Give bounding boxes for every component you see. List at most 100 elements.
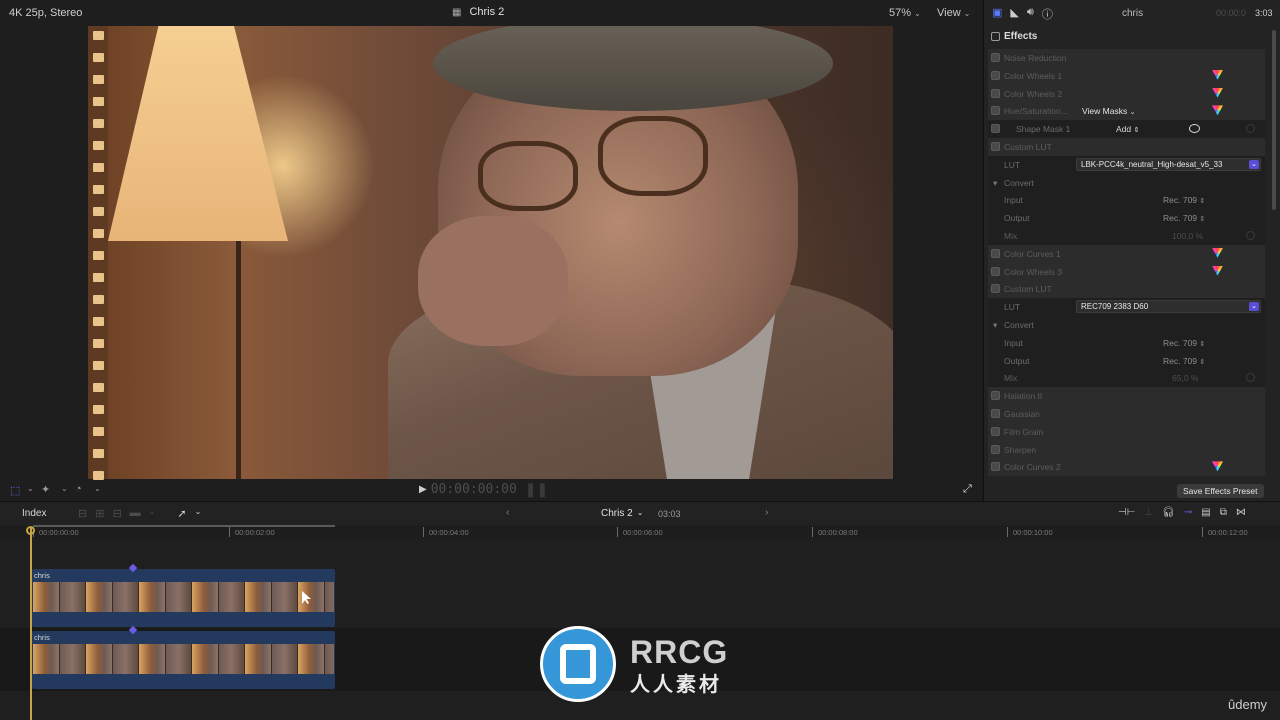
timeline-toolbar: Index ⊟ ⊞ ⊟ ▬ ⌄ ➚ ⌄ ‹ Chris 2 ⌄ 03:03 › …: [0, 501, 1280, 525]
effect-checkbox[interactable]: [991, 444, 1000, 454]
effect-checkbox[interactable]: [991, 391, 1000, 401]
add-mask-button[interactable]: Add ⇕: [1116, 124, 1139, 134]
effect-row-film-grain[interactable]: Film Grain: [988, 422, 1265, 441]
index-button[interactable]: Index: [22, 508, 46, 519]
effects-checkbox[interactable]: [991, 32, 1000, 41]
effect-row-hue-saturation[interactable]: Hue/Saturation... View Masks ⌄: [988, 102, 1265, 121]
fullscreen-icon[interactable]: ⤢: [963, 483, 972, 496]
inspector-scrollbar[interactable]: [1272, 30, 1276, 210]
clip-appearance-icon[interactable]: ▤: [1201, 507, 1210, 518]
skimming-icon[interactable]: ⊣⊢: [1118, 507, 1135, 518]
keyframe-icon[interactable]: [1246, 230, 1255, 240]
color-board-icon[interactable]: [1212, 461, 1223, 472]
timeline-clip[interactable]: chris: [32, 569, 335, 627]
disclosure-triangle-icon[interactable]: ▾: [993, 178, 997, 189]
chevron-down-icon[interactable]: ⌄: [27, 484, 34, 493]
connect-clip-icon[interactable]: ⊟: [78, 507, 87, 520]
keyframe-icon[interactable]: [1246, 373, 1255, 383]
color-board-icon[interactable]: [1212, 69, 1223, 80]
effect-row-gaussian[interactable]: Gaussian: [988, 404, 1265, 423]
effect-checkbox[interactable]: [991, 106, 1000, 116]
chevron-down-icon[interactable]: ⌄: [195, 507, 202, 520]
speed-gauge-icon[interactable]: ◔: [75, 483, 82, 495]
color-board-icon[interactable]: [1212, 265, 1223, 276]
effect-checkbox[interactable]: [991, 141, 1000, 151]
color-board-icon[interactable]: [1212, 87, 1223, 98]
output-select[interactable]: Rec. 709 ⇕: [1163, 356, 1205, 366]
effect-checkbox[interactable]: [991, 88, 1000, 98]
audio-skimming-icon[interactable]: ⊥: [1144, 507, 1153, 518]
effect-row-halation[interactable]: Halation II: [988, 387, 1265, 405]
view-masks-menu[interactable]: View Masks ⌄: [1082, 106, 1135, 116]
effect-row-sharpen[interactable]: Sharpen: [988, 440, 1265, 459]
chevron-down-icon[interactable]: ⌄: [61, 484, 68, 493]
timeline-clip[interactable]: chris: [32, 631, 335, 689]
input-select[interactable]: Rec. 709 ⇕: [1163, 195, 1205, 205]
insert-clip-icon[interactable]: ⊞: [95, 507, 104, 520]
transitions-browser-icon[interactable]: ⋈: [1236, 507, 1246, 518]
effect-row-color-wheels-1[interactable]: Color Wheels 1: [988, 66, 1265, 85]
effect-checkbox[interactable]: [991, 248, 1000, 258]
mix-value[interactable]: 65,0 %: [1172, 373, 1198, 383]
format-label: 4K 25p, Stereo: [9, 7, 83, 19]
effect-row-color-curves-1[interactable]: Color Curves 1: [988, 244, 1265, 263]
effects-browser-icon[interactable]: ⧉: [1220, 507, 1227, 518]
headphones-icon[interactable]: 🎧︎: [1162, 507, 1175, 518]
color-board-icon[interactable]: [1212, 105, 1223, 116]
zoom-menu[interactable]: 57% ⌄: [889, 7, 921, 19]
history-back-icon[interactable]: ‹: [506, 507, 509, 518]
disclosure-triangle-icon[interactable]: ▾: [993, 320, 997, 331]
select-tool-icon[interactable]: ➚: [177, 507, 186, 520]
project-menu[interactable]: Chris 2 ⌄: [601, 508, 643, 519]
timeline-ruler[interactable]: 00:00:00:00 00:00:02:00 00:00:04:00 00:0…: [0, 525, 1280, 540]
keyframe-icon[interactable]: [1246, 124, 1255, 134]
output-select[interactable]: Rec. 709 ⇕: [1163, 213, 1205, 223]
play-icon[interactable]: ▶: [419, 484, 427, 495]
clip-thumbnail: [165, 644, 192, 674]
ellipse-mask-icon[interactable]: [1189, 124, 1200, 134]
convert-group-2[interactable]: ▾ Convert: [988, 315, 1265, 334]
effect-row-shape-mask[interactable]: Shape Mask 1 Add ⇕: [988, 120, 1265, 138]
input-row-1: Input Rec. 709 ⇕: [988, 191, 1265, 210]
snapping-icon[interactable]: ⊸: [1184, 507, 1192, 518]
effect-checkbox[interactable]: [991, 426, 1000, 436]
info-inspector-icon[interactable]: ⓘ: [1042, 6, 1053, 22]
playhead-handle[interactable]: [26, 526, 35, 535]
audio-inspector-icon[interactable]: 🔊︎: [1027, 6, 1034, 22]
playhead[interactable]: [30, 527, 32, 720]
effects-section-header[interactable]: Effects: [991, 31, 1037, 42]
magic-wand-icon[interactable]: ✦: [41, 483, 50, 496]
history-forward-icon[interactable]: ›: [765, 507, 768, 518]
mix-value[interactable]: 100,0 %: [1172, 231, 1203, 241]
lut-select[interactable]: REC709 2383 D60 ⌄: [1076, 300, 1261, 314]
video-frame[interactable]: [88, 26, 893, 479]
chevron-down-icon[interactable]: ⌄: [94, 484, 101, 493]
effect-checkbox[interactable]: [991, 284, 1000, 294]
mask-checkbox[interactable]: [991, 124, 1000, 134]
input-select[interactable]: Rec. 709 ⇕: [1163, 338, 1205, 348]
convert-group-1[interactable]: ▾ Convert: [988, 173, 1265, 192]
effect-row-custom-lut-1[interactable]: Custom LUT: [988, 137, 1265, 156]
save-effects-preset-button[interactable]: Save Effects Preset: [1177, 484, 1264, 498]
append-clip-icon[interactable]: ⊟: [112, 507, 121, 520]
overwrite-clip-icon[interactable]: ▬: [130, 507, 141, 520]
view-menu[interactable]: View ⌄: [937, 7, 970, 19]
color-inspector-icon[interactable]: ◣: [1010, 6, 1018, 22]
effect-checkbox[interactable]: [991, 408, 1000, 418]
effect-row-color-wheels-3[interactable]: Color Wheels 3: [988, 262, 1265, 281]
effect-row-color-curves-2[interactable]: Color Curves 2: [988, 458, 1265, 477]
color-board-icon[interactable]: [1212, 247, 1223, 258]
effect-row-custom-lut-2[interactable]: Custom LUT: [988, 280, 1265, 299]
effect-checkbox[interactable]: [991, 53, 1000, 62]
effect-row-color-wheels-2[interactable]: Color Wheels 2: [988, 84, 1265, 103]
effect-checkbox[interactable]: [991, 70, 1000, 80]
effect-checkbox[interactable]: [991, 266, 1000, 276]
effect-checkbox[interactable]: [991, 462, 1000, 472]
lut-select-value: REC709 2383 D60: [1081, 302, 1149, 312]
lut-select[interactable]: LBK-PCC4k_neutral_High-desat_v5_33 ⌄: [1076, 157, 1261, 171]
chevron-down-icon[interactable]: ⌄: [149, 507, 156, 520]
transform-icon[interactable]: ⬚: [10, 484, 20, 497]
effect-row-noise-reduction[interactable]: Noise Reduction: [988, 49, 1265, 67]
film-perforation: [93, 207, 104, 216]
video-inspector-icon[interactable]: ▣: [992, 6, 1002, 22]
